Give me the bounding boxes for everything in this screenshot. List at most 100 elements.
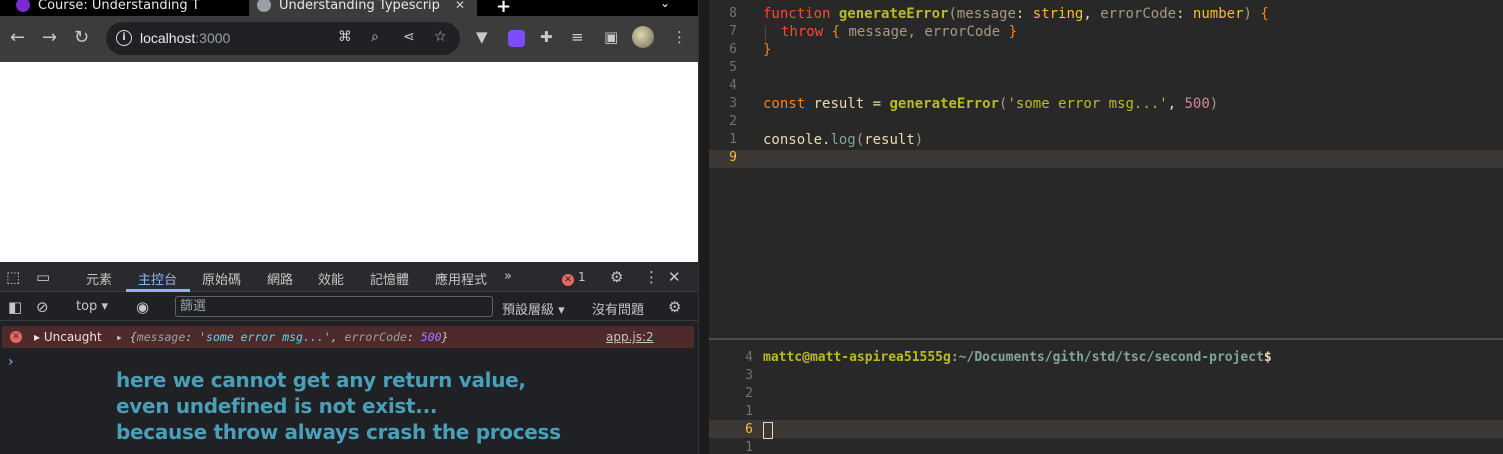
console-filter-input[interactable]: 篩選 [175,296,493,317]
tab-sources[interactable]: 原始碼 [202,269,241,288]
line-number: 5 [729,60,737,75]
obj-open: { [129,330,137,344]
type: string [1032,6,1084,22]
annotation-note: here we cannot get any return value, eve… [116,367,561,445]
tab-close-icon[interactable]: ✕ [455,0,465,12]
console-error-message[interactable]: ✕ ▸ Uncaught ▸ {message: 'some error msg… [2,326,694,348]
browser-toolbar: ← → ↻ i localhost:3000 ⌘ ⌕ ⋖ ☆ ▼ ✚ ≡ ▣ ⋮ [0,16,698,62]
issues-indicator[interactable]: 沒有問題 [592,299,644,318]
line-number: 6 [729,42,737,57]
devtools-panel: ⬚ ▭ 元素 主控台 原始碼 網路 效能 記憶體 應用程式 » ✕ 1 ⚙ ⋮ ✕… [0,262,698,454]
keyword: const [763,96,806,112]
error-count-value: 1 [578,270,586,284]
tab-memory[interactable]: 記憶體 [370,269,409,288]
url-host: localhost [140,30,196,46]
browser-tab-course[interactable]: Course: Understanding T [16,0,241,16]
site-info-icon[interactable]: i [116,30,132,46]
browser-menu-icon[interactable]: ⋮ [672,28,687,46]
settings-gear-icon[interactable]: ⚙ [610,268,623,286]
media-control-icon[interactable]: ≡ [571,28,584,46]
extensions-puzzle-icon[interactable]: ✚ [540,28,553,46]
close-devtools-icon[interactable]: ✕ [668,268,681,286]
bookmark-star-icon[interactable]: ☆ [434,29,447,45]
code-line: throw { message, errorCode } [781,24,1018,40]
console-toolbar: ◧ ⊘ top ▾ ◉ 篩選 預設層級 ▾ 沒有問題 ⚙ [0,293,698,321]
object-name: console [763,132,823,148]
console-settings-icon[interactable]: ⚙ [668,298,681,316]
variable: result [813,96,865,112]
number-literal: 500 [1184,96,1210,112]
tab-strip: Course: Understanding T Understanding Ty… [0,0,698,16]
tab-application[interactable]: 應用程式 [435,269,487,288]
live-expression-eye-icon[interactable]: ◉ [136,298,149,316]
error-counter[interactable]: ✕ 1 [562,270,586,286]
error-icon: ✕ [10,331,22,343]
note-line: here we cannot get any return value, [116,368,526,392]
tab-search-chevron-icon[interactable]: ⌄ [660,0,670,10]
log-levels-dropdown[interactable]: 預設層級 ▾ [502,299,565,318]
new-tab-button[interactable]: + [496,0,511,16]
line-number-current: 9 [729,150,737,165]
vue-devtools-icon[interactable]: ▼ [476,28,488,46]
terminal-line-number-current: 6 [745,422,753,437]
context-value: top [76,299,98,314]
devtools-menu-icon[interactable]: ⋮ [644,268,659,286]
error-text: ▸ Uncaught [34,330,102,344]
tab-performance[interactable]: 效能 [318,269,344,288]
note-line: even undefined is not exist... [116,394,438,418]
param: message [956,6,1016,22]
shell-prompt: mattc@matt-aspirea51555g:~/Documents/git… [763,350,1272,365]
device-toolbar-icon[interactable]: ▭ [36,268,50,286]
url-text: localhost:3000 [140,30,230,46]
uncaught-label: Uncaught [43,330,102,344]
more-tabs-button[interactable]: » [504,269,512,284]
address-bar[interactable]: i localhost:3000 ⌘ ⌕ ⋖ ☆ [106,22,460,55]
page-viewport [0,62,698,262]
inspect-element-icon[interactable]: ⬚ [6,268,20,286]
current-line-highlight [709,150,1503,168]
code-editor[interactable]: 8 7 6 5 4 3 2 1 9 function generateError… [709,0,1503,338]
prompt-user-host: mattc@matt-aspirea51555g [763,350,951,365]
active-tab-indicator [126,289,190,292]
course-favicon-icon [16,0,30,12]
tab-elements[interactable]: 元素 [86,269,112,288]
line-number: 3 [729,96,737,111]
terminal-line-number: 3 [745,368,753,383]
tab-console[interactable]: 主控台 [138,269,177,288]
browser-tab-active[interactable]: Understanding Typescrip ✕ [249,0,477,16]
line-number: 8 [729,6,737,21]
terminal-cursor [763,422,773,439]
line-number: 1 [729,132,737,147]
forward-arrow-icon[interactable]: → [42,28,57,48]
note-line: because throw always crash the process [116,420,561,444]
console-prompt[interactable]: › [8,354,14,370]
extension-purple-icon[interactable] [508,30,525,47]
clear-console-icon[interactable]: ⊘ [36,298,49,316]
url-port: :3000 [195,30,231,46]
terminal-line-number: 4 [745,350,753,365]
zoom-icon[interactable]: ⌕ [371,29,379,45]
devtools-tabbar: ⬚ ▭ 元素 主控台 原始碼 網路 效能 記憶體 應用程式 » ✕ 1 ⚙ ⋮ ✕ [0,262,698,292]
context-selector[interactable]: top ▾ [76,299,108,314]
indent-guide [765,26,766,42]
error-source-link[interactable]: app.js:2 [606,326,654,348]
param: errorCode [1100,6,1177,22]
method-name: log [830,132,856,148]
side-panel-icon[interactable]: ▣ [604,28,618,46]
tab-network[interactable]: 網路 [267,269,293,288]
obj-key-errorcode: errorCode [344,330,407,344]
line-number: 4 [729,78,737,93]
translate-icon[interactable]: ⌘ [338,29,352,45]
profile-avatar[interactable] [632,26,654,48]
back-arrow-icon[interactable]: ← [10,28,25,48]
line-number: 7 [729,24,737,39]
terminal-pane[interactable]: 4 3 2 1 6 1 mattc@matt-aspirea51555g:~/D… [709,338,1503,454]
error-object-preview[interactable]: ▸ {message: 'some error msg...', errorCo… [116,326,448,348]
sidebar-toggle-icon[interactable]: ◧ [8,298,22,316]
split-divider[interactable] [698,0,708,454]
terminal-line-number: 1 [745,404,753,419]
share-icon[interactable]: ⋖ [403,29,415,45]
obj-close: } [441,330,449,344]
reload-icon[interactable]: ↻ [74,28,89,48]
object-fields: message, errorCode [848,24,1001,40]
